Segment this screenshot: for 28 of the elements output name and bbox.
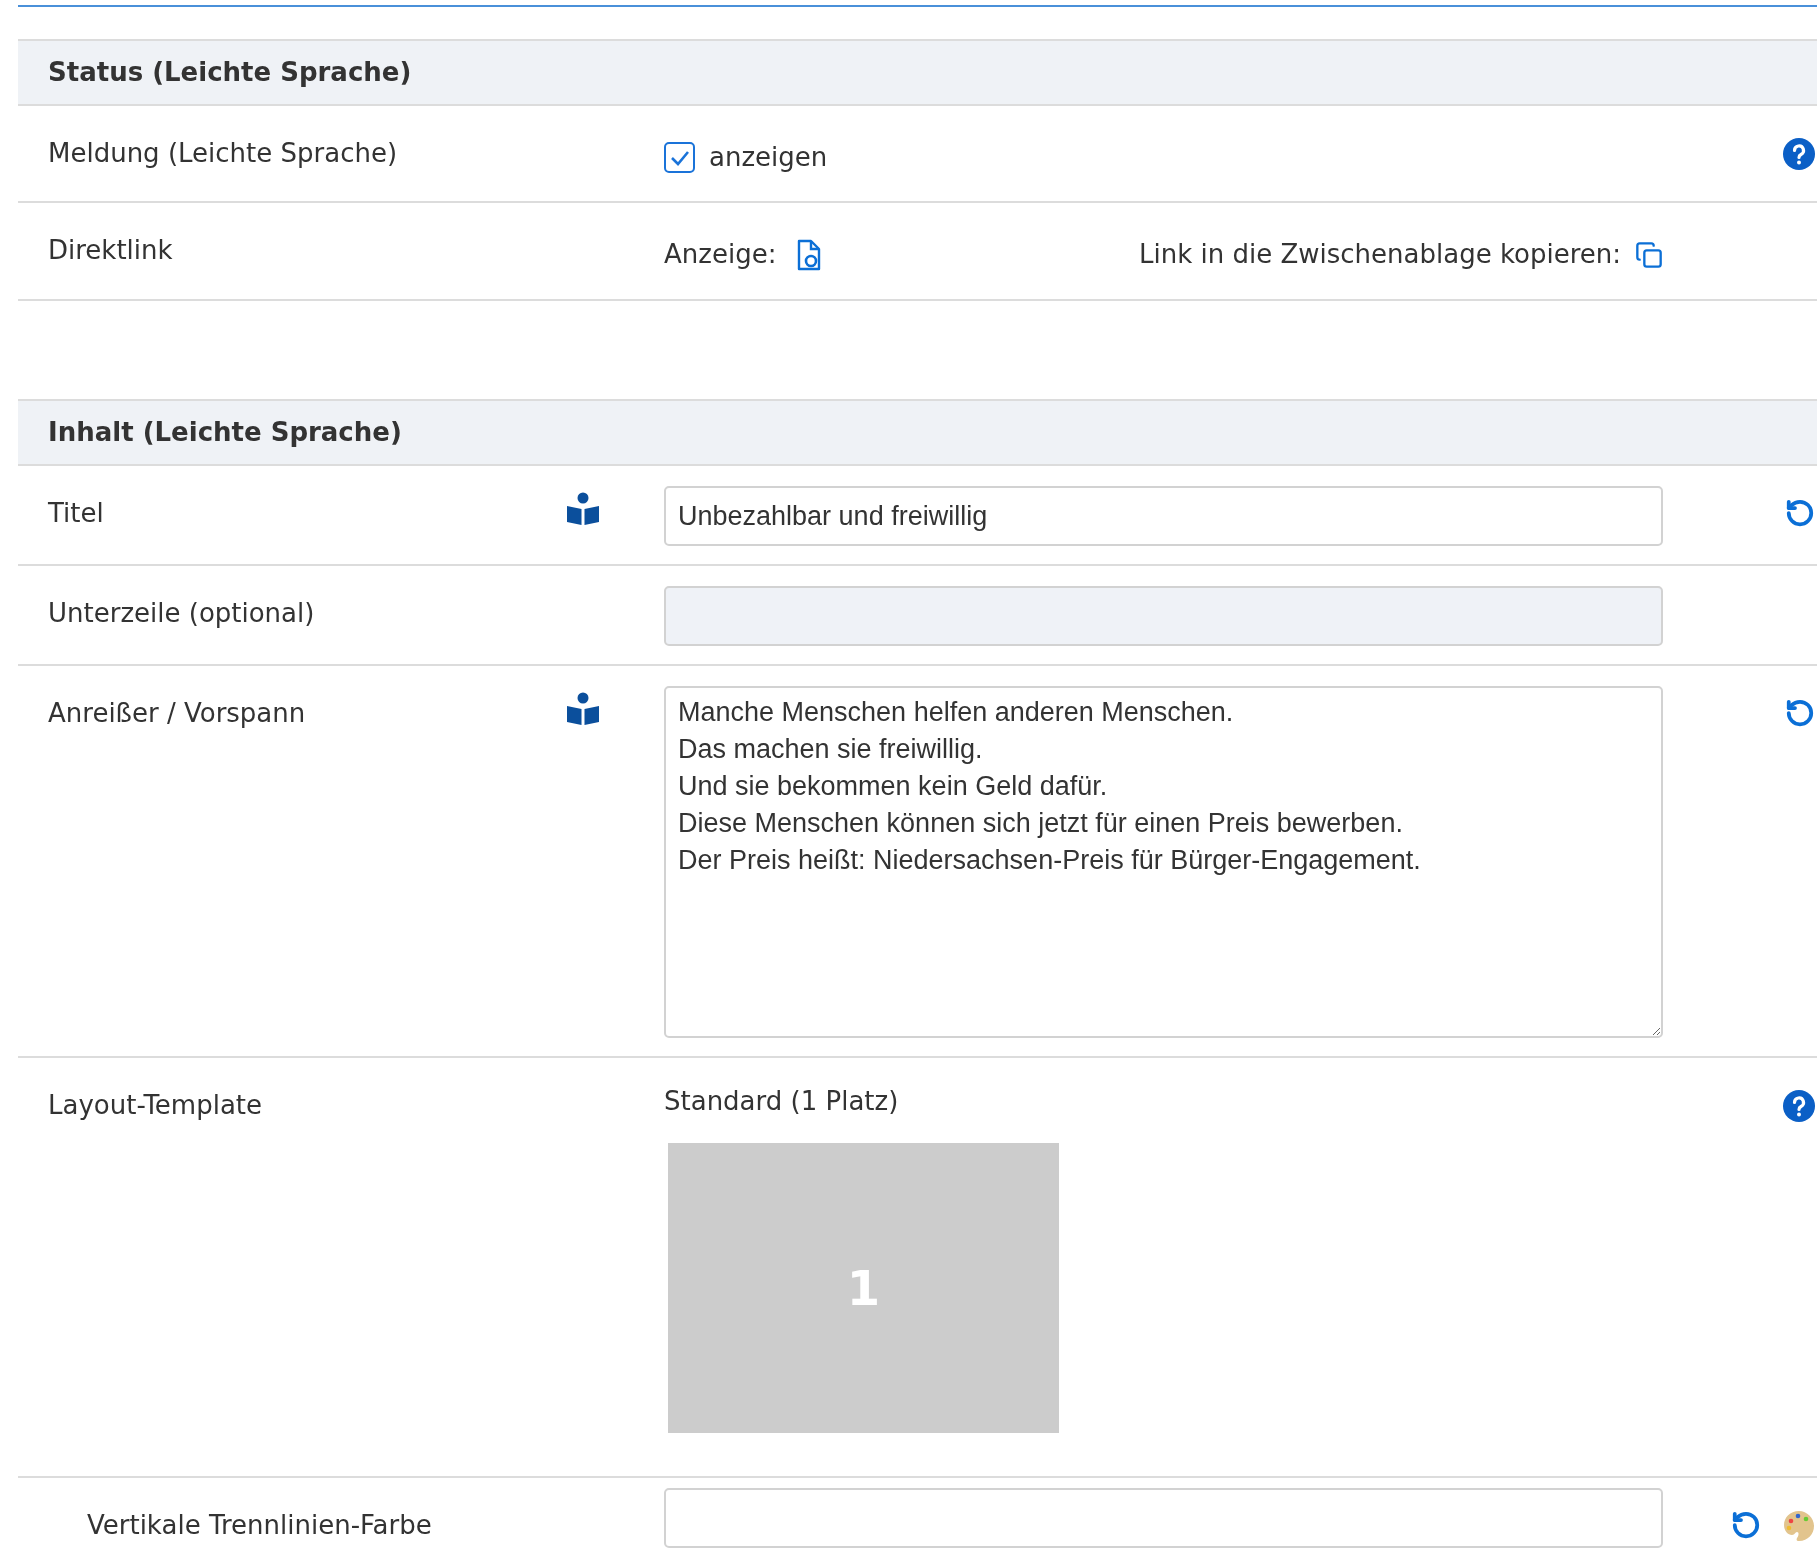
document-link-icon[interactable]	[796, 238, 823, 271]
section-header: Status (Leichte Sprache)	[18, 39, 1817, 106]
field-label: Titel	[48, 497, 105, 530]
book-reader-icon[interactable]	[565, 692, 601, 726]
reset-icon[interactable]	[1785, 698, 1815, 728]
section-header: Inhalt (Leichte Sprache)	[18, 399, 1817, 466]
template-name: Standard (1 Platz)	[664, 1085, 900, 1118]
help-icon[interactable]	[1783, 1090, 1815, 1122]
copy-icon[interactable]	[1635, 240, 1664, 269]
field-label: Meldung (Leichte Sprache)	[48, 137, 399, 170]
reset-icon[interactable]	[1785, 498, 1815, 528]
color-input[interactable]	[664, 1488, 1663, 1548]
checkbox[interactable]	[664, 142, 695, 173]
copy-link-label: Link in die Zwischenablage kopieren:	[1139, 238, 1622, 271]
field-label: Direktlink	[48, 234, 174, 267]
help-icon[interactable]	[1783, 138, 1815, 170]
field-label: Anreißer / Vorspann	[48, 697, 307, 730]
reset-icon[interactable]	[1731, 1510, 1761, 1540]
check-icon	[669, 149, 690, 166]
text-area[interactable]: Manche Menschen helfen anderen Menschen. Das machen sie freiwillig. Und sie bekommen kein Geld dafür. Diese Menschen können sich jetzt für einen Preis bewerben. Der Preis heißt: Niedersachsen-Preis für Bürger-Engagement.	[664, 686, 1663, 1038]
view-label: Anzeige:	[664, 238, 777, 271]
checkbox-label: anzeigen	[709, 141, 828, 174]
book-reader-icon[interactable]	[565, 492, 601, 526]
field-label: Unterzeile (optional)	[48, 597, 316, 630]
field-label: Layout-Template	[48, 1089, 264, 1122]
text-input[interactable]: Unbezahlbar und freiwillig	[664, 486, 1663, 546]
field-label: Vertikale Trennlinien-Farbe	[86, 1509, 433, 1542]
palette-icon[interactable]	[1783, 1510, 1815, 1542]
